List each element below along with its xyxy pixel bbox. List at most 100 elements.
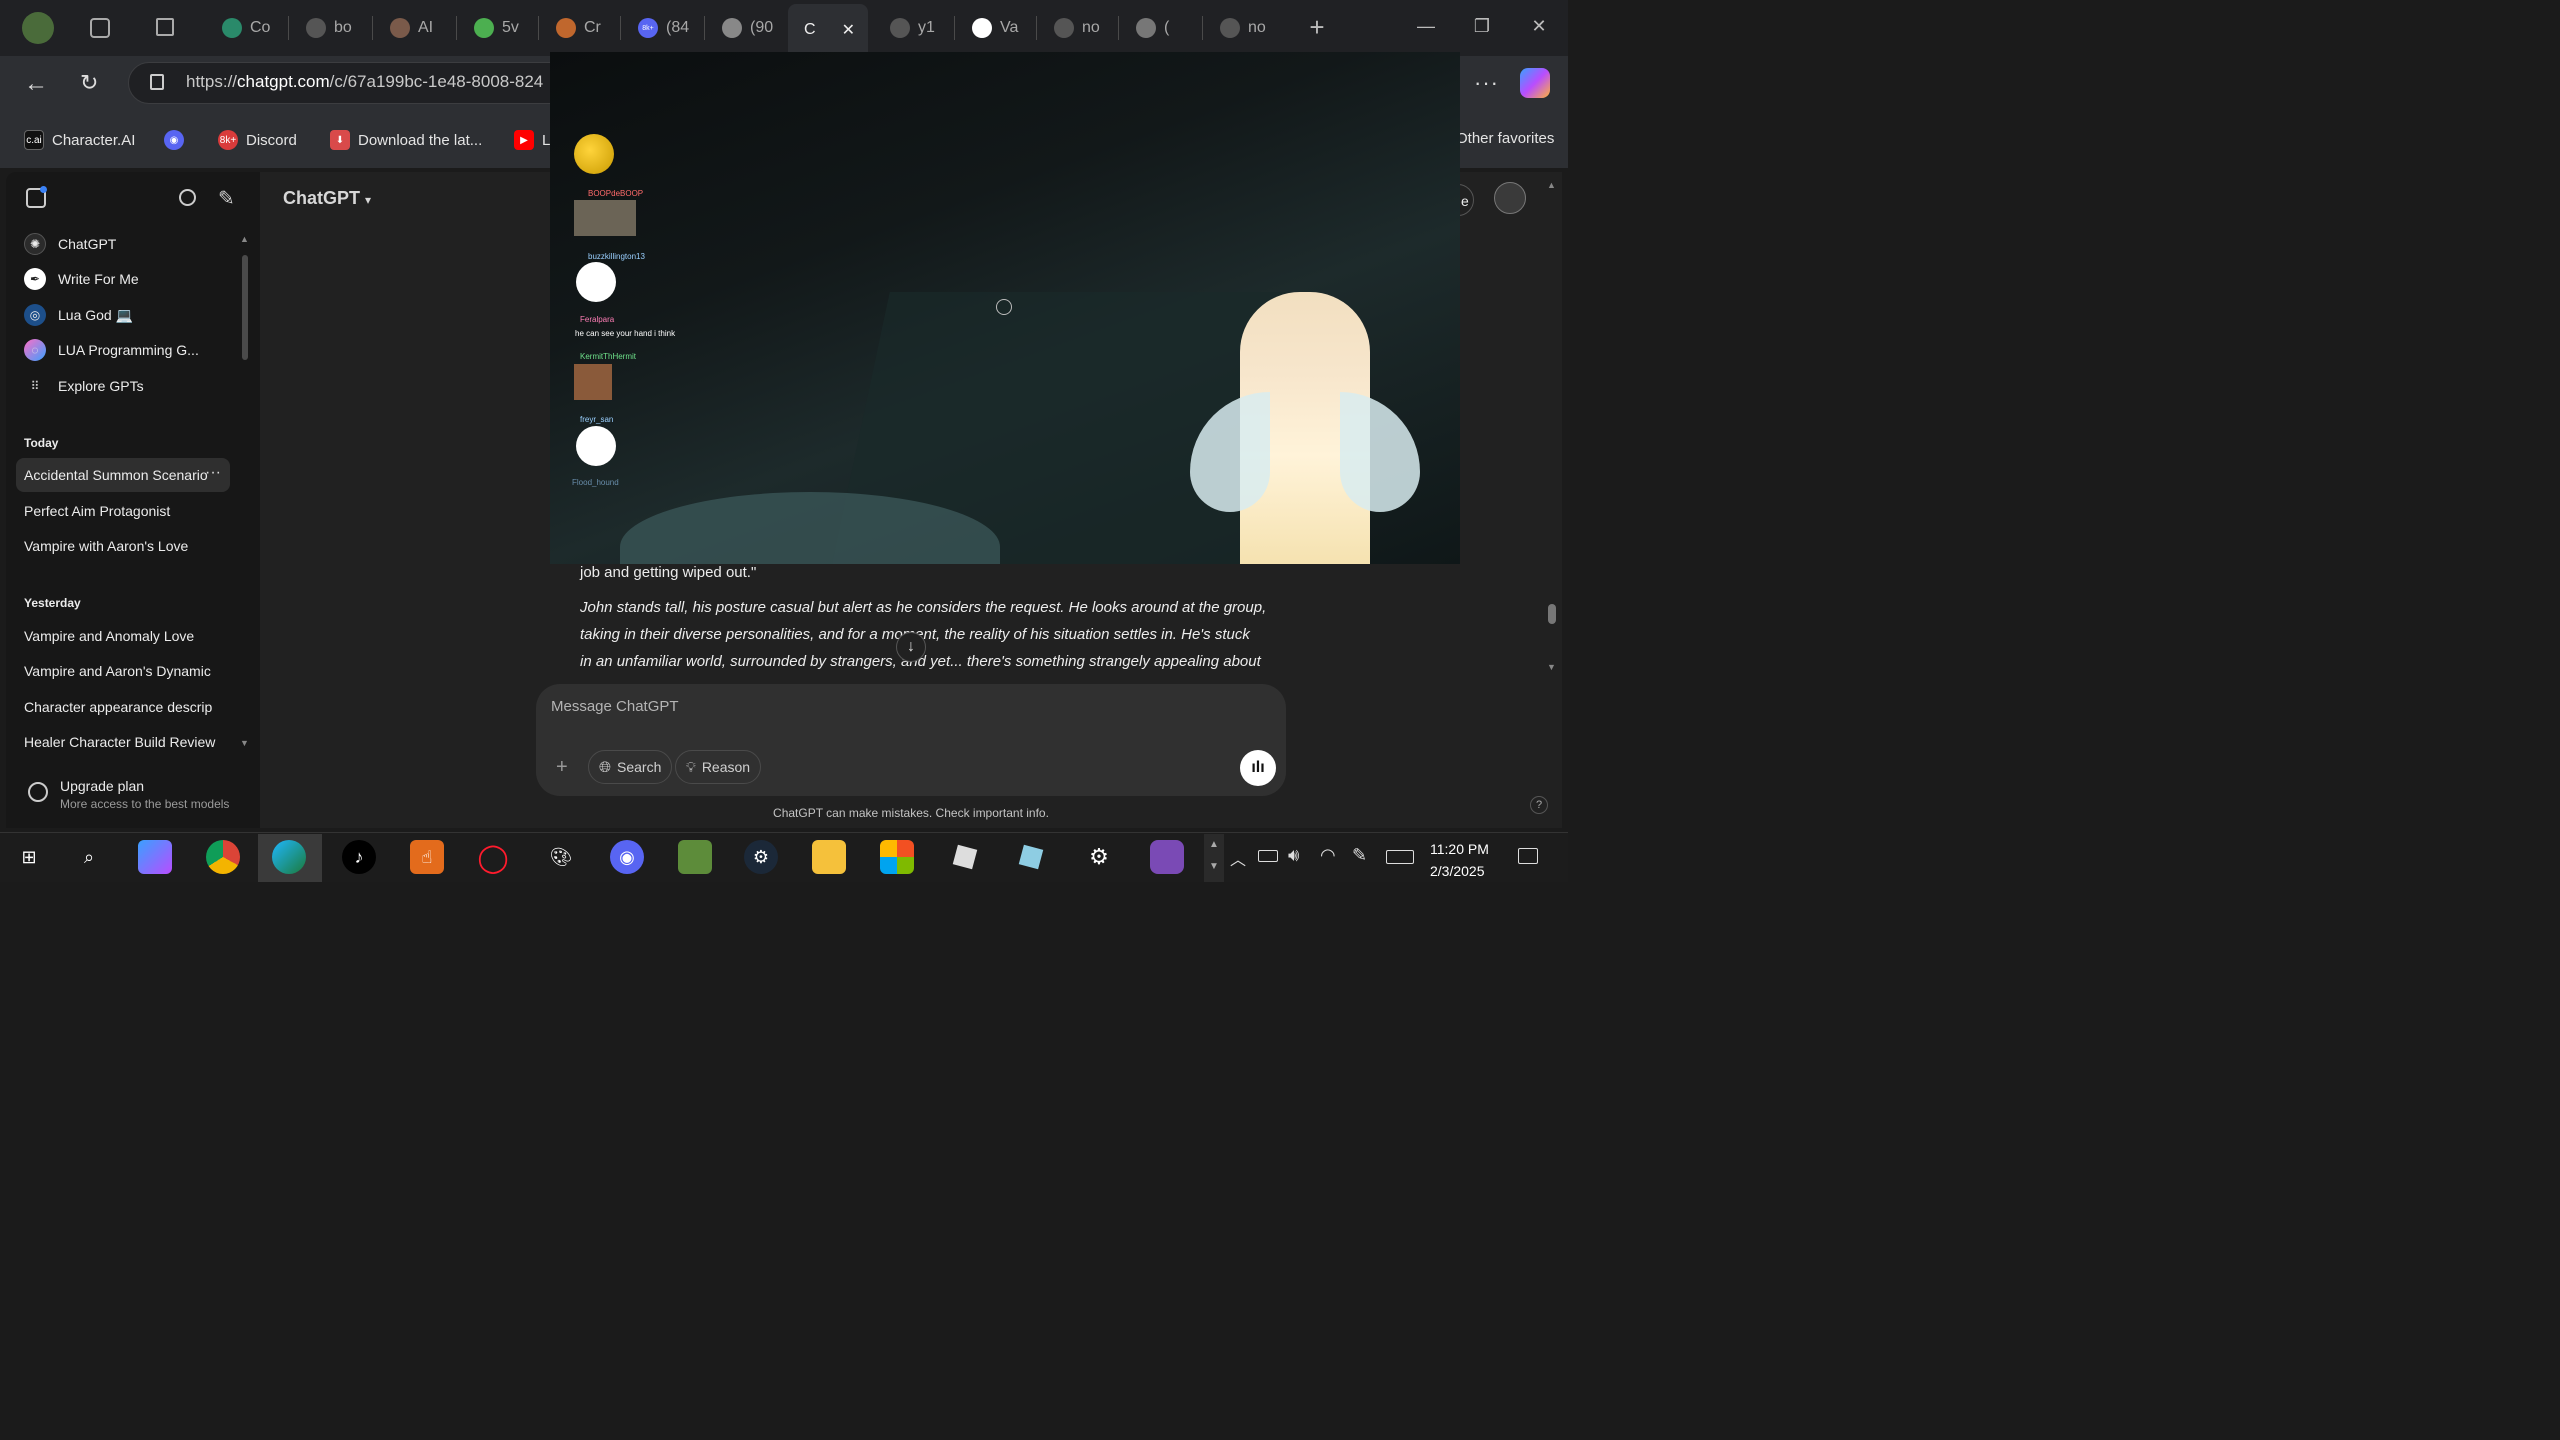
tab-actions-icon[interactable] [156,18,174,36]
minecraft-icon[interactable] [678,840,712,874]
search-icon[interactable] [179,189,196,206]
main-scroll-up-icon[interactable]: ▲ [1547,180,1556,190]
lock-icon[interactable] [150,74,164,90]
bookmark-other-favorites[interactable]: Other favorites [1456,130,1554,147]
chat-item[interactable]: Perfect Aim Protagonist [24,503,229,519]
copilot-icon[interactable] [1520,68,1550,98]
tab-label: no [1082,19,1100,36]
model-selector[interactable]: ChatGPT ▾ [283,188,371,209]
system-clock[interactable]: 11:20 PM 2/3/2025 [1430,838,1489,882]
chat-item[interactable]: Vampire with Aaron's Love [24,538,229,554]
waveform-icon: ılı [1251,759,1265,776]
steam-icon[interactable]: ⚙ [744,840,778,874]
back-arrow-icon[interactable]: ← [24,70,48,98]
roblox-studio-icon[interactable] [1014,840,1048,874]
voice-mode-button[interactable]: ılı [1240,750,1276,786]
paint-icon[interactable]: 🎨︎ [544,840,578,874]
message-input[interactable]: Message ChatGPT [551,698,679,715]
tab-4[interactable]: Cr [540,10,618,46]
sidebar-item-lua-programming[interactable]: ◌ LUA Programming G... [24,339,199,361]
tab-0[interactable]: Co [206,10,286,46]
help-icon[interactable]: ? [1530,796,1548,814]
reason-toggle-button[interactable]: 💡︎ Reason [675,750,762,784]
chat-username: BOOPdeBOOP [588,189,644,198]
copilot-app-icon[interactable] [138,840,172,874]
tab-7[interactable]: C ✕ [788,4,868,56]
grid-icon: ⠿ [30,379,40,393]
chat-item-active[interactable]: Accidental Summon Scenario [16,458,230,492]
battery-icon[interactable] [1258,850,1278,862]
main-scroll-down-icon[interactable]: ▼ [1547,662,1556,672]
settings-icon[interactable]: ⚙ [1082,840,1116,874]
chat-item[interactable]: Healer Character Build Review [24,734,229,750]
tab-6[interactable]: (90 [706,10,784,46]
bookmark-label: Discord [246,131,297,149]
tiktok-icon[interactable]: ♪ [342,840,376,874]
main-scrollbar[interactable] [1548,604,1556,624]
opera-icon[interactable]: ◯ [476,840,510,874]
tab-11[interactable]: ( [1120,10,1200,46]
store-icon[interactable] [880,840,914,874]
bookmark-discord-plain[interactable]: ◉ [164,130,184,150]
workspaces-icon[interactable] [90,18,110,38]
address-url[interactable]: https://chatgpt.com/c/67a199bc-1e48-8008… [186,72,543,92]
edge-icon[interactable] [272,840,306,874]
pen-tray-icon[interactable]: ✎ [1352,845,1367,866]
sidebar-item-chatgpt[interactable]: ✺ ChatGPT [24,233,116,255]
attach-icon[interactable]: + [556,756,568,779]
restore-icon[interactable]: ❐ [1470,16,1494,37]
close-window-icon[interactable]: ✕ [1527,16,1551,37]
taskbar-scroll[interactable]: ▲ ▼ [1204,834,1224,882]
sidebar-item-lua-god[interactable]: ◎ Lua God 💻 [24,304,133,326]
roblox-icon[interactable] [948,840,982,874]
bookmark-youtube[interactable]: ▶ L [514,130,550,150]
tray-chevron-icon[interactable]: ︿ [1230,846,1246,870]
bookmark-character-ai[interactable]: c.ai Character.AI [24,130,135,150]
bookmark-download[interactable]: ⬇ Download the lat... [330,130,482,150]
tab-10[interactable]: no [1038,10,1116,46]
sidebar-item-write-for-me[interactable]: ✒ Write For Me [24,268,139,290]
tab-label: 5v [502,19,519,36]
tab-3[interactable]: 5v [458,10,536,46]
search-icon[interactable]: ⌕ [72,840,106,874]
scroll-to-bottom-button[interactable]: ↓ [896,632,926,662]
hand-app-icon[interactable]: ☝ [410,840,444,874]
wifi-icon[interactable]: ◠ [1320,845,1336,866]
sidebar-item-explore-gpts[interactable]: ⠿ Explore GPTs [24,375,144,397]
clock-date: 2/3/2025 [1430,863,1485,879]
tab-5[interactable]: 8k+ (84 [622,10,702,46]
close-tab-icon[interactable]: ✕ [842,20,855,40]
scroll-up-icon[interactable]: ▲ [240,234,249,244]
chat-item[interactable]: Character appearance descrip [24,699,229,715]
tab-1[interactable]: bo [290,10,370,46]
avatar-app-icon[interactable] [1150,840,1184,874]
user-avatar[interactable] [1494,182,1526,214]
refresh-icon[interactable]: ↻ [80,70,98,96]
search-toggle-button[interactable]: 🌐︎ Search [588,750,673,784]
keyboard-icon[interactable] [1386,850,1414,864]
chrome-icon[interactable] [206,840,240,874]
new-tab-icon[interactable]: + [1305,12,1329,43]
windows-start-icon[interactable]: ⊞ [12,840,46,874]
chat-item[interactable]: Vampire and Anomaly Love [24,628,229,644]
tab-2[interactable]: AI [374,10,454,46]
bookmark-discord[interactable]: 8k+ Discord [218,130,297,150]
new-chat-icon[interactable]: ✎ [218,186,235,211]
notifications-icon[interactable] [1518,848,1538,864]
file-explorer-icon[interactable] [812,840,846,874]
chat-options-icon[interactable]: ··· [205,464,221,482]
tab-9[interactable]: Va [956,10,1034,46]
scroll-down-icon[interactable]: ▼ [240,738,249,748]
minimize-icon[interactable]: — [1414,16,1438,37]
chat-item[interactable]: Vampire and Aaron's Dynamic [24,663,229,679]
more-menu-icon[interactable]: ··· [1474,70,1499,96]
volume-icon[interactable]: 🔊︎ [1288,845,1299,866]
sidebar-scrollbar[interactable] [242,255,248,360]
tab-12[interactable]: no [1204,10,1284,46]
emote-cat-icon [574,200,636,236]
tab-8[interactable]: y1 [874,10,952,46]
profile-avatar[interactable] [22,12,54,44]
video-overlay[interactable]: BOOPdeBOOP buzzkillington13 Feralpara he… [550,52,1460,564]
emote-man-icon [574,364,612,400]
discord-icon[interactable]: ◉ [610,840,644,874]
